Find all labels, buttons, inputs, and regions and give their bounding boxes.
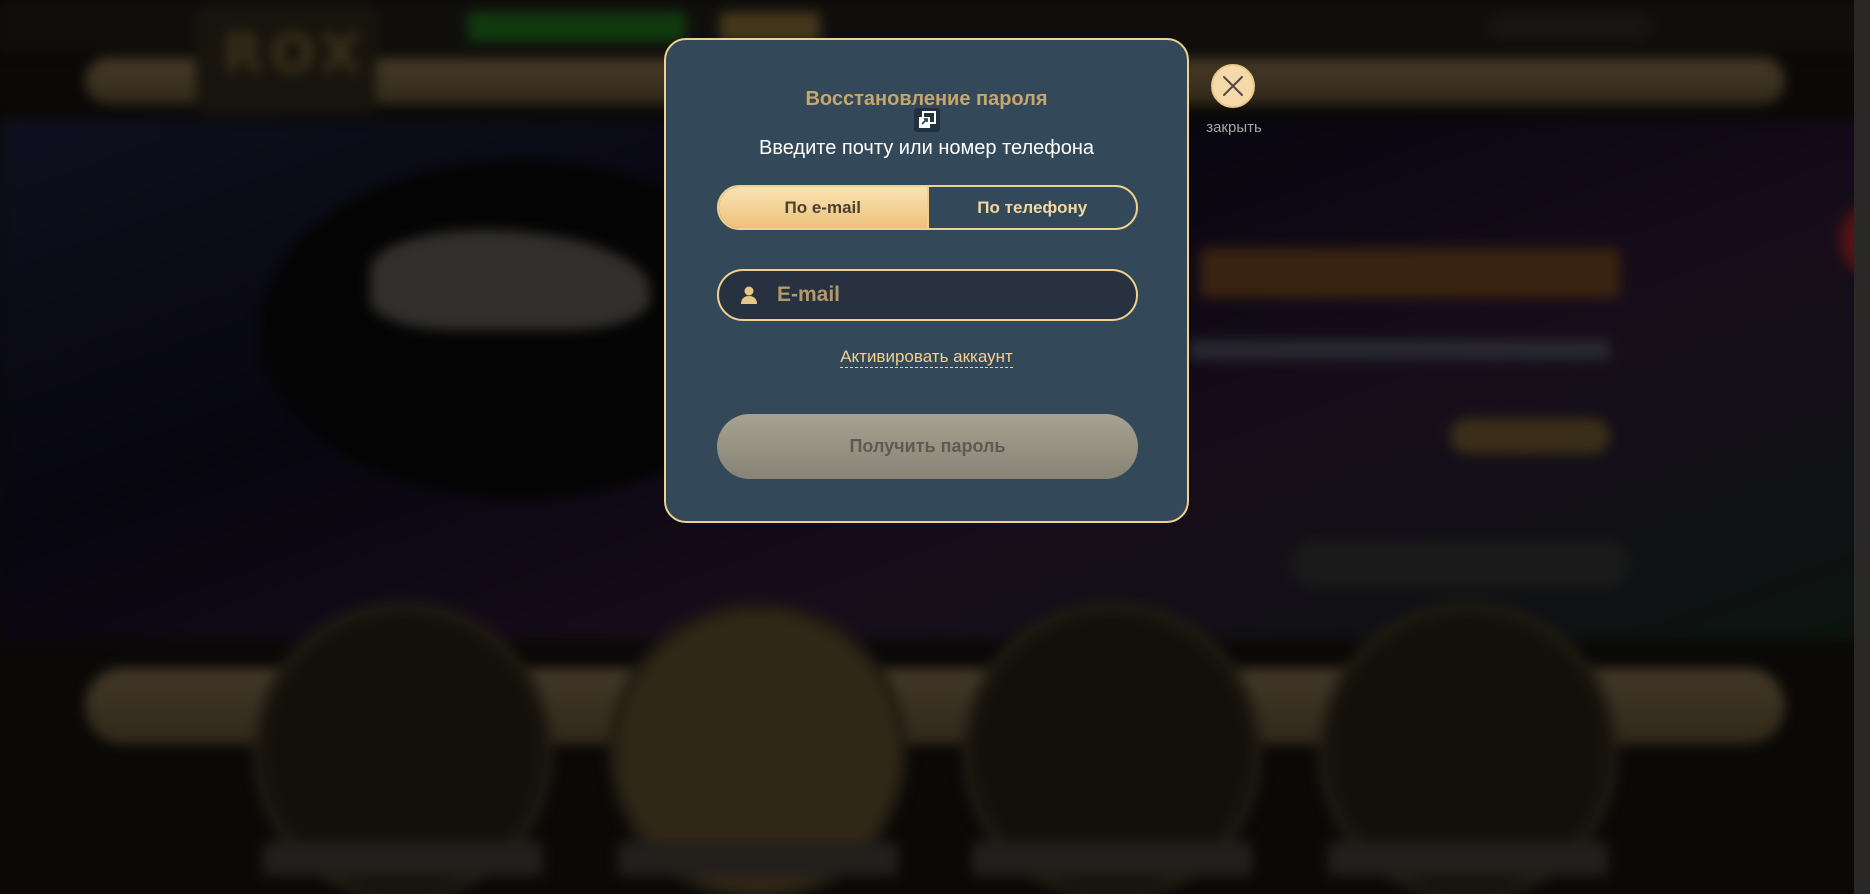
email-input[interactable] xyxy=(777,271,1117,319)
close-label[interactable]: закрыть xyxy=(1194,119,1274,136)
recovery-method-tabs: По e-mail По телефону xyxy=(717,185,1138,230)
copy-window-icon[interactable] xyxy=(914,108,940,132)
activate-account-link-wrapper: Активировать аккаунт xyxy=(666,347,1187,368)
modal-subtitle: Введите почту или номер телефона xyxy=(759,137,1094,159)
tab-email[interactable]: По e-mail xyxy=(719,187,927,228)
email-field-wrapper xyxy=(717,269,1138,321)
tab-phone[interactable]: По телефону xyxy=(926,187,1137,228)
activate-account-link[interactable]: Активировать аккаунт xyxy=(840,347,1013,368)
get-password-button[interactable]: Получить пароль xyxy=(717,414,1138,479)
close-icon xyxy=(1223,76,1243,96)
scrollbar[interactable] xyxy=(1854,0,1870,894)
password-recovery-modal: Восстановление пароля Введите почту или … xyxy=(664,38,1189,523)
user-icon xyxy=(741,286,757,304)
close-button[interactable] xyxy=(1211,64,1255,108)
